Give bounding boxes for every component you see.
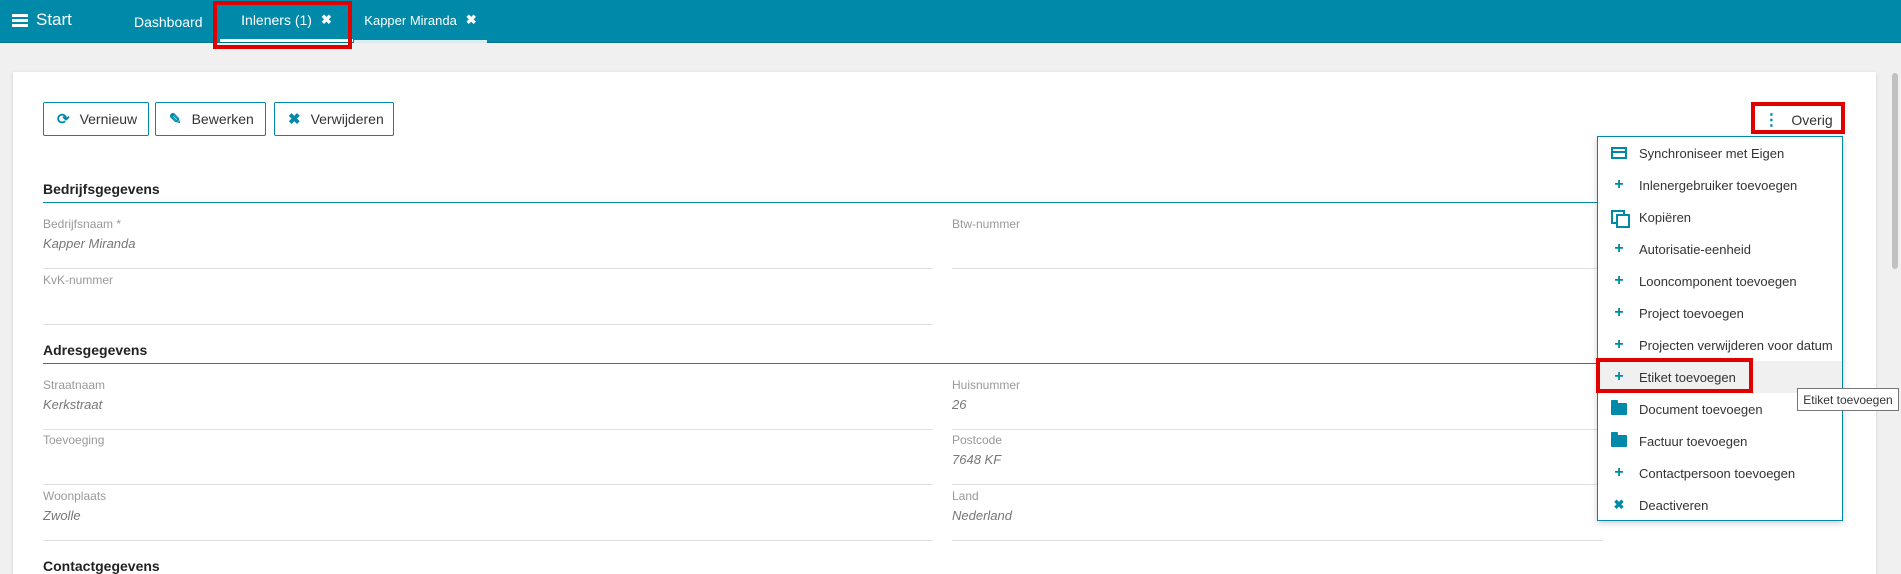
tab-kapper-miranda[interactable]: Kapper Miranda ✖ xyxy=(354,0,487,43)
field-postcode[interactable]: Postcode 7648 KF xyxy=(952,433,1603,485)
plus-icon: + xyxy=(1614,464,1624,481)
section-title-contact: Contactgegevens xyxy=(43,558,160,574)
menu-item-label: Factuur toevoegen xyxy=(1639,433,1748,449)
field-label: Bedrijfsnaam * xyxy=(43,217,122,231)
section-divider xyxy=(43,363,1603,364)
copy-icon xyxy=(1611,210,1630,228)
field-street[interactable]: Straatnaam Kerkstraat xyxy=(43,378,933,430)
folder-icon xyxy=(1611,432,1627,447)
refresh-icon: ⟳ xyxy=(57,111,70,128)
delete-button[interactable]: ✖ Verwijderen xyxy=(274,102,394,136)
menu-item-add-project[interactable]: + Project toevoegen xyxy=(1598,297,1842,329)
start-menu-button[interactable]: Start xyxy=(12,10,72,30)
page-scrollbar[interactable] xyxy=(1889,45,1901,574)
plus-icon: + xyxy=(1614,176,1624,193)
field-addition[interactable]: Toevoeging xyxy=(43,433,933,485)
field-label: Straatnaam xyxy=(43,378,106,392)
section-divider xyxy=(43,202,1603,203)
refresh-button-label: Vernieuw xyxy=(79,111,138,127)
menu-item-authorization-unit[interactable]: + Autorisatie-eenheid xyxy=(1598,233,1842,265)
menu-item-label: Autorisatie-eenheid xyxy=(1639,241,1752,257)
field-value: Kerkstraat xyxy=(43,397,103,412)
field-label: KvK-nummer xyxy=(43,273,114,287)
folder-icon xyxy=(1611,400,1627,415)
menu-item-label: Project toevoegen xyxy=(1639,305,1744,321)
tab-kapper-miranda-label: Kapper Miranda xyxy=(364,12,457,28)
sync-icon xyxy=(1611,147,1627,159)
field-label: Huisnummer xyxy=(952,378,1021,392)
field-label: Woonplaats xyxy=(43,489,107,503)
field-label: Postcode xyxy=(952,433,1003,447)
edit-button-label: Bewerken xyxy=(191,111,254,127)
field-label: Toevoeging xyxy=(43,433,105,447)
section-title-address: Adresgegevens xyxy=(43,342,148,358)
plus-icon: + xyxy=(1614,272,1624,289)
menu-item-remove-projects-before-date[interactable]: + Projecten verwijderen voor datum xyxy=(1598,329,1842,361)
field-country[interactable]: Land Nederland xyxy=(952,489,1603,541)
field-label: Btw-nummer xyxy=(952,217,1021,231)
field-company-name[interactable]: Bedrijfsnaam * Kapper Miranda xyxy=(43,217,933,269)
refresh-button[interactable]: ⟳ Vernieuw xyxy=(43,102,149,136)
highlight-box-overig xyxy=(1751,102,1845,134)
menu-item-label: Inlenergebruiker toevoegen xyxy=(1639,177,1798,193)
field-city[interactable]: Woonplaats Zwolle xyxy=(43,489,933,541)
plus-icon: + xyxy=(1614,240,1624,257)
plus-icon: + xyxy=(1614,304,1624,321)
menu-item-label: Deactiveren xyxy=(1639,497,1709,513)
close-icon: ✖ xyxy=(288,111,301,128)
menu-item-add-contact[interactable]: + Contactpersoon toevoegen xyxy=(1598,457,1842,489)
field-value: Nederland xyxy=(952,508,1012,523)
menu-item-label: Looncomponent toevoegen xyxy=(1639,273,1797,289)
highlight-box-tab xyxy=(213,1,352,49)
field-value: 7648 KF xyxy=(952,452,1002,467)
start-label: Start xyxy=(36,10,72,29)
more-actions-menu: Synchroniseer met Eigen + Inlenergebruik… xyxy=(1597,136,1843,521)
menu-item-sync[interactable]: Synchroniseer met Eigen xyxy=(1598,137,1842,169)
menu-item-label: Projecten verwijderen voor datum xyxy=(1639,337,1833,353)
menu-item-add-user[interactable]: + Inlenergebruiker toevoegen xyxy=(1598,169,1842,201)
tab-dashboard[interactable]: Dashboard xyxy=(134,0,203,43)
field-value: 26 xyxy=(952,397,967,412)
edit-button[interactable]: ✎ Bewerken xyxy=(155,102,266,136)
menu-item-add-invoice[interactable]: Factuur toevoegen xyxy=(1598,425,1842,457)
plus-icon: + xyxy=(1614,336,1624,353)
delete-button-label: Verwijderen xyxy=(310,111,384,127)
tooltip: Etiket toevoegen xyxy=(1797,388,1899,411)
close-icon: ✖ xyxy=(1613,497,1625,512)
field-kvk-number[interactable]: KvK-nummer xyxy=(43,273,933,325)
menu-item-label: Kopiëren xyxy=(1639,209,1692,225)
field-vat-number[interactable]: Btw-nummer xyxy=(952,217,1603,269)
pencil-icon: ✎ xyxy=(169,111,182,128)
menu-item-deactivate[interactable]: ✖ Deactiveren xyxy=(1598,489,1842,521)
scrollbar-thumb[interactable] xyxy=(1892,73,1898,269)
field-label: Land xyxy=(952,489,979,503)
menu-item-label: Document toevoegen xyxy=(1639,401,1763,417)
field-house-number[interactable]: Huisnummer 26 xyxy=(952,378,1603,430)
tab-dashboard-label: Dashboard xyxy=(134,13,203,30)
hamburger-icon xyxy=(12,13,28,27)
menu-item-label: Contactpersoon toevoegen xyxy=(1639,465,1796,481)
highlight-box-etiket xyxy=(1596,358,1753,393)
menu-item-label: Synchroniseer met Eigen xyxy=(1639,145,1785,161)
close-icon[interactable]: ✖ xyxy=(466,12,477,28)
menu-item-copy[interactable]: Kopiëren xyxy=(1598,201,1842,233)
section-title-company: Bedrijfsgegevens xyxy=(43,181,160,197)
menu-item-add-wage-component[interactable]: + Looncomponent toevoegen xyxy=(1598,265,1842,297)
field-value: Kapper Miranda xyxy=(43,236,136,251)
field-value: Zwolle xyxy=(43,508,81,523)
